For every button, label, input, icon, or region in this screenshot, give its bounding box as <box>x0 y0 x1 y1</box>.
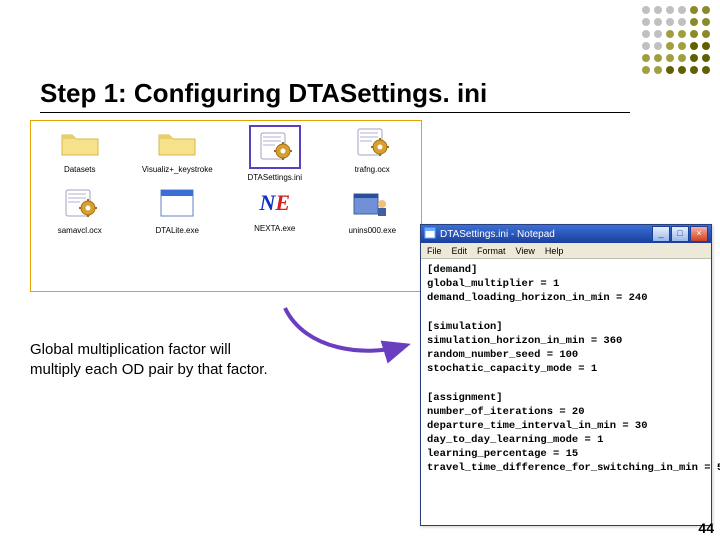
dot <box>690 42 698 50</box>
dot <box>654 42 662 50</box>
menu-item[interactable]: Help <box>545 246 564 256</box>
dot <box>690 6 698 14</box>
dot <box>666 18 674 26</box>
dot <box>666 42 674 50</box>
file-label: Datasets <box>64 165 96 174</box>
dot <box>666 30 674 38</box>
dot <box>702 66 710 74</box>
dot <box>678 42 686 50</box>
explorer-row-1: Datasets Visualiz+_keystroke DTASettings.i… <box>31 125 421 182</box>
dot <box>678 6 686 14</box>
selection-highlight <box>249 125 301 169</box>
dot <box>702 54 710 62</box>
gear-icon <box>58 186 102 222</box>
app-icon: NE <box>253 186 297 220</box>
page-number: 44 <box>698 520 714 536</box>
file-label: DTASettings.ini <box>247 173 302 182</box>
window-icon <box>155 186 199 222</box>
dot <box>654 30 662 38</box>
dot <box>702 18 710 26</box>
dot <box>678 66 686 74</box>
dot <box>666 54 674 62</box>
menu-item[interactable]: File <box>427 246 442 256</box>
dot <box>642 66 650 74</box>
notepad-menubar: File Edit Format View Help <box>421 243 711 259</box>
dot <box>702 6 710 14</box>
menu-item[interactable]: Edit <box>452 246 468 256</box>
dot <box>642 30 650 38</box>
file-label: NEXTA.exe <box>254 224 295 233</box>
file-label: DTALite.exe <box>156 226 199 235</box>
file-label: unins000.exe <box>348 226 396 235</box>
dot <box>666 66 674 74</box>
slide-title: Step 1: Configuring DTASettings. ini <box>40 78 487 109</box>
file-item[interactable]: samavcl.ocx <box>35 186 125 235</box>
gear-icon <box>350 125 394 161</box>
folder-icon <box>58 125 102 161</box>
annotation-line-1: Global multiplication factor will <box>30 341 231 358</box>
dot <box>654 54 662 62</box>
title-underline <box>40 112 630 113</box>
window-buttons: _ □ × <box>652 226 708 242</box>
dot <box>642 54 650 62</box>
annotation-text: Global multiplication factor will multip… <box>30 340 360 381</box>
notepad-title-text: DTASettings.ini - Notepad <box>440 229 555 240</box>
file-label: Visualiz+_keystroke <box>142 165 213 174</box>
file-item[interactable]: unins000.exe <box>327 186 417 235</box>
dot <box>642 18 650 26</box>
maximize-button[interactable]: □ <box>671 226 689 242</box>
file-item[interactable]: DTASettings.ini <box>230 125 320 182</box>
notepad-body-text: [demand] global_multiplier = 1 demand_lo… <box>421 259 711 480</box>
notepad-window: DTASettings.ini - Notepad _ □ × File Edit… <box>420 224 712 526</box>
menu-item[interactable]: Format <box>477 246 506 256</box>
dot <box>654 6 662 14</box>
explorer-row-2: samavcl.ocx DTALite.exe NE NEXTA.exe unins00… <box>31 186 421 235</box>
dot <box>654 66 662 74</box>
dot <box>654 18 662 26</box>
dot <box>678 30 686 38</box>
dot <box>690 18 698 26</box>
file-item[interactable]: Datasets <box>35 125 125 174</box>
minimize-button[interactable]: _ <box>652 226 670 242</box>
file-item[interactable]: Visualiz+_keystroke <box>132 125 222 174</box>
dot <box>642 6 650 14</box>
file-explorer-panel: Datasets Visualiz+_keystroke DTASettings.i… <box>30 120 422 292</box>
slide: Step 1: Configuring DTASettings. ini Dat… <box>0 0 720 540</box>
dot <box>678 18 686 26</box>
annotation-line-2: multiply each OD pair by that factor. <box>30 361 268 378</box>
dot <box>690 30 698 38</box>
file-item[interactable]: trafng.ocx <box>327 125 417 174</box>
file-item[interactable]: NE NEXTA.exe <box>230 186 320 233</box>
notepad-titlebar: DTASettings.ini - Notepad _ □ × <box>421 225 711 243</box>
dot <box>702 42 710 50</box>
close-button[interactable]: × <box>690 226 708 242</box>
dot <box>702 30 710 38</box>
gear-icon <box>253 129 297 165</box>
dot <box>666 6 674 14</box>
dot <box>642 42 650 50</box>
file-item[interactable]: DTALite.exe <box>132 186 222 235</box>
folder-icon <box>155 125 199 161</box>
dot <box>678 54 686 62</box>
wizard-icon <box>350 186 394 222</box>
decorative-dot-grid <box>642 6 712 76</box>
menu-item[interactable]: View <box>516 246 535 256</box>
file-label: trafng.ocx <box>355 165 390 174</box>
file-label: samavcl.ocx <box>58 226 102 235</box>
notepad-icon <box>424 227 436 242</box>
dot <box>690 54 698 62</box>
dot <box>690 66 698 74</box>
